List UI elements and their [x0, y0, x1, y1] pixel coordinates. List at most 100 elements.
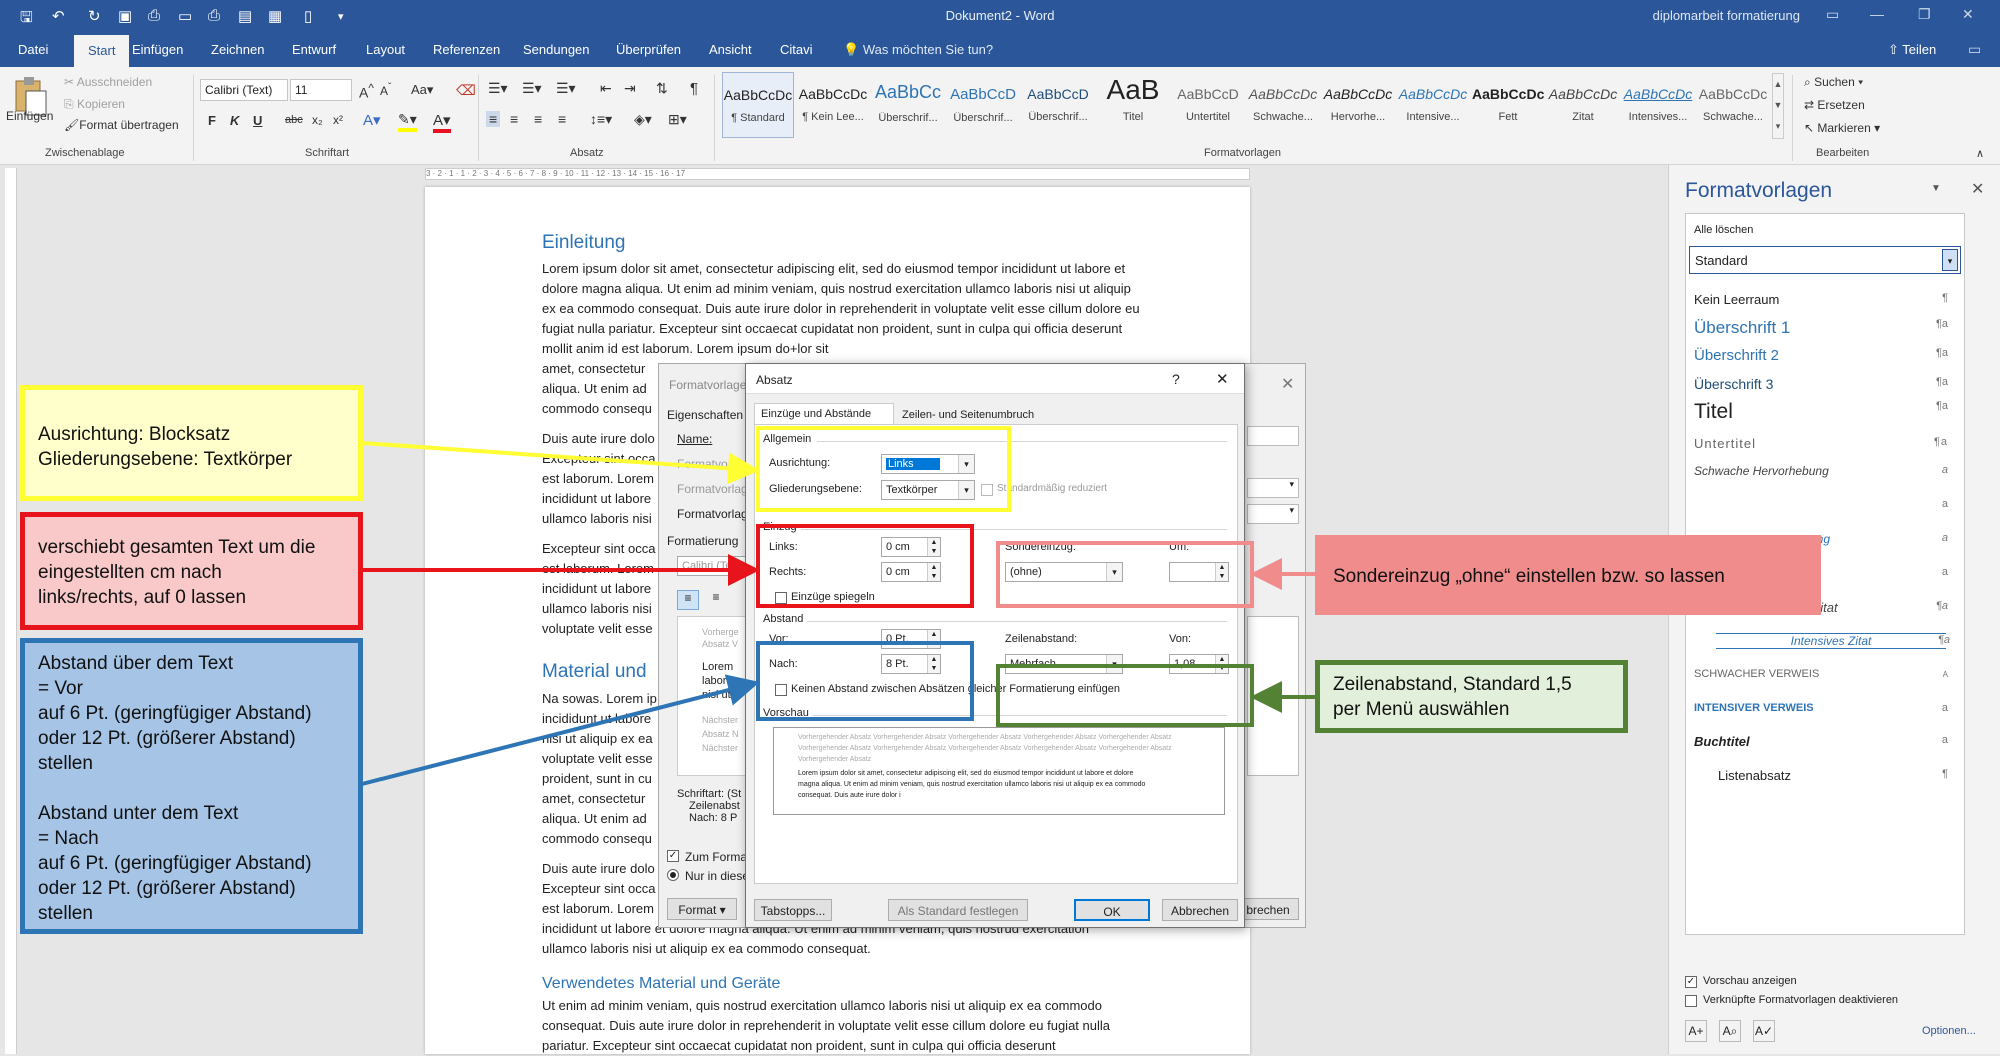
format-painter-button[interactable]: 🖌Format übertragen [64, 118, 179, 132]
gallery-scroll[interactable]: ▲ ▼ ▾ [1772, 73, 1784, 139]
style-gallery-hervorhebung[interactable]: AaBbCcDc Hervorhe... [1322, 72, 1394, 138]
superscript-button[interactable]: x² [333, 113, 343, 127]
tell-me-search[interactable]: 💡 Was möchten Sie tun? [843, 42, 993, 58]
tab-ueberpruefen[interactable]: Überprüfen [616, 42, 681, 57]
subscript-button[interactable]: x₂ [312, 113, 323, 127]
copy-button[interactable]: ⎘ Kopieren [64, 97, 125, 112]
align-center-icon[interactable]: ≡ [705, 590, 727, 610]
tab-citavi[interactable]: Citavi [780, 42, 813, 57]
tab-sendungen[interactable]: Sendungen [523, 42, 590, 57]
close-icon[interactable]: ✕ [1971, 179, 1984, 199]
pane-options-icon[interactable]: ▼ [1931, 183, 1941, 194]
align-left-icon[interactable]: ≡ [677, 590, 699, 610]
tabs-button[interactable]: Tabstopps... [754, 899, 832, 921]
change-case-icon[interactable]: Aa▾ [411, 82, 433, 98]
close-icon[interactable]: ✕ [1216, 370, 1229, 388]
collapse-ribbon-icon[interactable]: ∧ [1976, 147, 1984, 160]
ribbon-display-icon[interactable]: ▭ [1826, 6, 1839, 23]
shading-icon[interactable]: ◈▾ [634, 111, 652, 128]
tab-start[interactable]: Start [74, 35, 130, 67]
tab-einzuege[interactable]: Einzüge und Abstände [754, 403, 894, 425]
style-item-ueberschrift3[interactable]: Überschrift 3 ¶a [1694, 376, 1956, 392]
style-item-intensives-zitat[interactable]: Intensives Zitat ¶a [1716, 633, 1950, 649]
style-item-schwache-hervorhebung[interactable]: Schwache Hervorhebung a [1694, 464, 1956, 478]
clear-formatting-icon[interactable]: ⌫ [456, 82, 476, 99]
style-item-ueberschrift2[interactable]: Überschrift 2 ¶a [1694, 347, 1956, 364]
bullets-icon[interactable]: ☰▾ [488, 80, 508, 97]
bg-format-button[interactable]: Format ▾ [667, 898, 737, 920]
style-item-untertitel[interactable]: Untertitel ¶a [1694, 436, 1956, 451]
style-item-listenabsatz[interactable]: Listenabsatz ¶ [1694, 768, 1956, 783]
style-item-kein-leerraum[interactable]: Kein Leerraum ¶ [1694, 292, 1956, 307]
style-gallery-intensives-zitat[interactable]: AaBbCcDc Intensives... [1622, 72, 1694, 138]
italic-button[interactable]: K [230, 113, 239, 128]
font-color-icon[interactable]: A▾ [433, 111, 451, 133]
bg-select[interactable]: ▾ [1247, 478, 1299, 498]
close-icon[interactable]: ✕ [1281, 374, 1294, 394]
tab-einfuegen[interactable]: Einfügen [132, 42, 183, 57]
multilevel-list-icon[interactable]: ☰▾ [556, 80, 576, 97]
bg-input[interactable] [1247, 426, 1299, 446]
align-right-icon[interactable]: ≡ [534, 111, 542, 127]
chevron-down-icon[interactable]: ▾ [1942, 249, 1958, 271]
justify-icon[interactable]: ≡ [558, 111, 566, 127]
disable-linked-checkbox[interactable] [1685, 995, 1697, 1007]
align-left-icon[interactable]: ≡ [486, 111, 501, 127]
options-link[interactable]: Optionen... [1922, 1025, 1976, 1037]
style-item-buchtitel[interactable]: Buchtitel a [1694, 734, 1956, 749]
ok-button[interactable]: OK [1074, 899, 1150, 921]
vertical-ruler[interactable] [5, 168, 17, 1054]
font-size-select[interactable]: 11 [290, 79, 352, 101]
close-icon[interactable]: ✕ [1962, 6, 1974, 23]
style-gallery-kein-leerraum[interactable]: AaBbCcDc ¶ Kein Lee... [797, 72, 869, 138]
decrease-indent-icon[interactable]: ⇤ [600, 80, 612, 97]
underline-button[interactable]: U [253, 113, 262, 128]
tab-ansicht[interactable]: Ansicht [709, 42, 752, 57]
text-effects-icon[interactable]: A▾ [363, 111, 381, 129]
show-preview-checkbox[interactable]: ✓ [1685, 976, 1697, 988]
borders-icon[interactable]: ⊞▾ [668, 111, 687, 128]
style-gallery-untertitel[interactable]: AaBbCcD Untertitel [1172, 72, 1244, 138]
tab-datei[interactable]: Datei [18, 42, 48, 57]
style-item-titel[interactable]: Titel ¶a [1694, 400, 1956, 424]
cancel-button[interactable]: Abbrechen [1162, 899, 1238, 921]
style-gallery-ueberschrift1[interactable]: AaBbCc Überschrif... [872, 72, 944, 138]
bg-select[interactable]: ▾ [1247, 504, 1299, 524]
style-item-ueberschrift1[interactable]: Überschrift 1 ¶a [1694, 318, 1956, 338]
line-spacing-icon[interactable]: ↕≡▾ [590, 111, 612, 128]
style-item-standard[interactable]: Standard ▾ [1689, 246, 1961, 274]
style-inspector-icon[interactable]: A⌕ [1719, 1020, 1741, 1042]
tab-zeilen[interactable]: Zeilen- und Seitenumbruch [896, 405, 1056, 425]
horizontal-ruler[interactable]: 3 · 2 · 1 · 1 · 2 · 3 · 4 · 5 · 6 · 7 · … [425, 168, 1250, 180]
style-gallery-zitat[interactable]: AaBbCcDc Zitat [1547, 72, 1619, 138]
user-name[interactable]: diplomarbeit formatierung [1653, 8, 1800, 23]
style-gallery-intensive[interactable]: AaBbCcDc Intensive... [1397, 72, 1469, 138]
style-gallery-ueberschrift2[interactable]: AaBbCcD Überschrif... [947, 72, 1019, 138]
bg-checkbox[interactable]: ✓ [667, 850, 679, 862]
style-gallery-fett[interactable]: AaBbCcDc Fett [1472, 72, 1544, 138]
show-marks-icon[interactable]: ¶ [690, 80, 698, 97]
manage-styles-icon[interactable]: A✓ [1753, 1020, 1775, 1042]
replace-button[interactable]: ⇄ Ersetzen [1804, 98, 1865, 112]
grow-font-icon[interactable]: A^ [359, 82, 374, 101]
style-item-schwacher-verweis[interactable]: Schwacher Verweis a [1694, 668, 1956, 680]
bold-button[interactable]: F [208, 113, 216, 128]
cut-button[interactable]: ✂ Ausschneiden [64, 75, 152, 89]
strikethrough-button[interactable]: abc [285, 114, 303, 126]
bg-cancel-button[interactable]: brechen [1237, 898, 1299, 920]
select-button[interactable]: ↖ Markieren ▾ [1804, 121, 1880, 135]
numbering-icon[interactable]: ☰▾ [522, 80, 542, 97]
tab-zeichnen[interactable]: Zeichnen [211, 42, 264, 57]
bg-radio[interactable] [667, 869, 679, 881]
paste-button[interactable]: Einfügen [6, 109, 53, 123]
help-icon[interactable]: ? [1172, 371, 1180, 387]
increase-indent-icon[interactable]: ⇥ [624, 80, 636, 97]
style-item-intensiver-verweis[interactable]: Intensiver Verweis a [1694, 702, 1956, 714]
tab-entwurf[interactable]: Entwurf [292, 42, 336, 57]
tab-layout[interactable]: Layout [366, 42, 405, 57]
new-style-icon[interactable]: A+ [1685, 1020, 1707, 1042]
maximize-icon[interactable]: ❐ [1918, 6, 1931, 23]
style-gallery-schwacher-verweis[interactable]: AaBbCcDc Schwache... [1697, 72, 1769, 138]
highlight-icon[interactable]: ✎▾ [398, 111, 417, 132]
minimize-icon[interactable]: — [1870, 6, 1884, 22]
